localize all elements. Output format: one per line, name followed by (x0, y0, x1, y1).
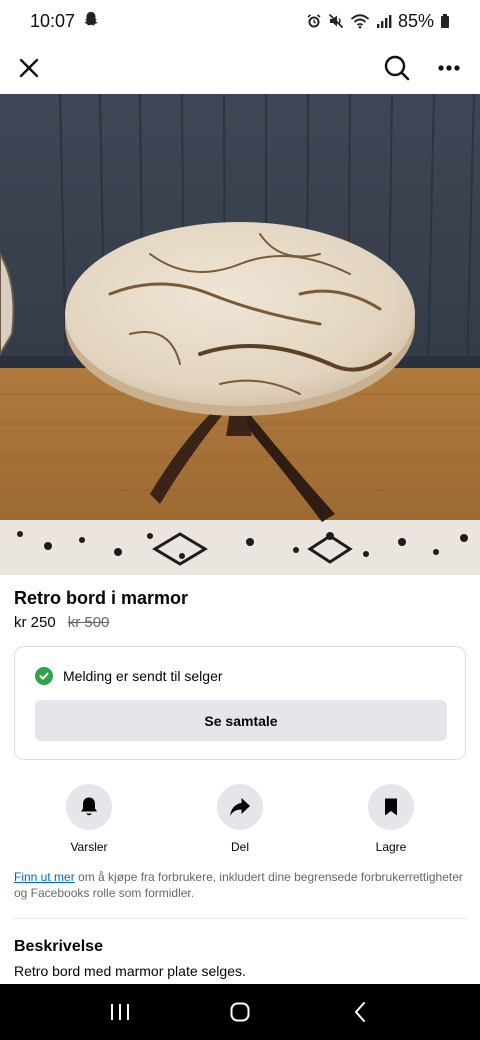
status-time: 10:07 (30, 10, 76, 31)
message-status: Melding er sendt til selger (35, 667, 223, 685)
wifi-icon (350, 13, 370, 29)
recent-apps-icon[interactable] (100, 992, 140, 1032)
top-bar-actions (382, 53, 464, 83)
save-action[interactable]: Lagre (341, 784, 441, 854)
check-circle-icon (35, 667, 53, 685)
status-bar: 10:07 85% (0, 0, 480, 42)
system-nav-bar (0, 984, 480, 1040)
close-icon[interactable] (14, 53, 44, 83)
notifications-label: Varsler (70, 840, 108, 854)
search-icon[interactable] (382, 53, 412, 83)
share-label: Del (230, 840, 249, 854)
signal-icon (376, 13, 392, 29)
battery-label: 85% (397, 10, 434, 31)
save-label: Lagre (375, 840, 407, 854)
battery-icon (440, 13, 450, 29)
see-conversation-button[interactable]: Se samtale (35, 700, 447, 741)
learn-more-link[interactable]: Finn ut mer (14, 870, 75, 884)
action-row: Varsler Del Lagre (0, 784, 480, 864)
consumer-info: Finn ut mer om å kjøpe fra forbrukere, i… (14, 869, 466, 901)
description-heading: Beskrivelse (14, 938, 103, 955)
bookmark-icon[interactable] (368, 784, 414, 830)
consumer-info-text: om å kjøpe fra forbrukere, inkludert din… (14, 870, 463, 900)
divider (14, 918, 466, 919)
status-left: 10:07 (30, 11, 99, 32)
price: kr 250 (14, 614, 56, 631)
home-icon[interactable] (220, 992, 260, 1032)
snapchat-ghost-icon (83, 11, 99, 32)
old-price: kr 500 (67, 614, 110, 631)
bell-icon[interactable] (66, 784, 112, 830)
product-photo[interactable] (0, 94, 480, 575)
message-card: Melding er sendt til selger Se samtale (14, 646, 466, 760)
mute-icon (328, 13, 344, 29)
more-icon[interactable] (434, 53, 464, 83)
share-icon[interactable] (217, 784, 263, 830)
description-text: Retro bord med marmor plate selges. (14, 963, 246, 979)
price-row: kr 250 kr 500 (14, 614, 109, 631)
message-status-text: Melding er sendt til selger (63, 668, 223, 684)
status-right: 85% (306, 11, 450, 32)
back-icon[interactable] (340, 992, 380, 1032)
listing-title: Retro bord i marmor (14, 588, 189, 608)
notifications-action[interactable]: Varsler (39, 784, 139, 854)
alarm-icon (306, 13, 322, 29)
share-action[interactable]: Del (190, 784, 290, 854)
top-bar (0, 42, 480, 94)
